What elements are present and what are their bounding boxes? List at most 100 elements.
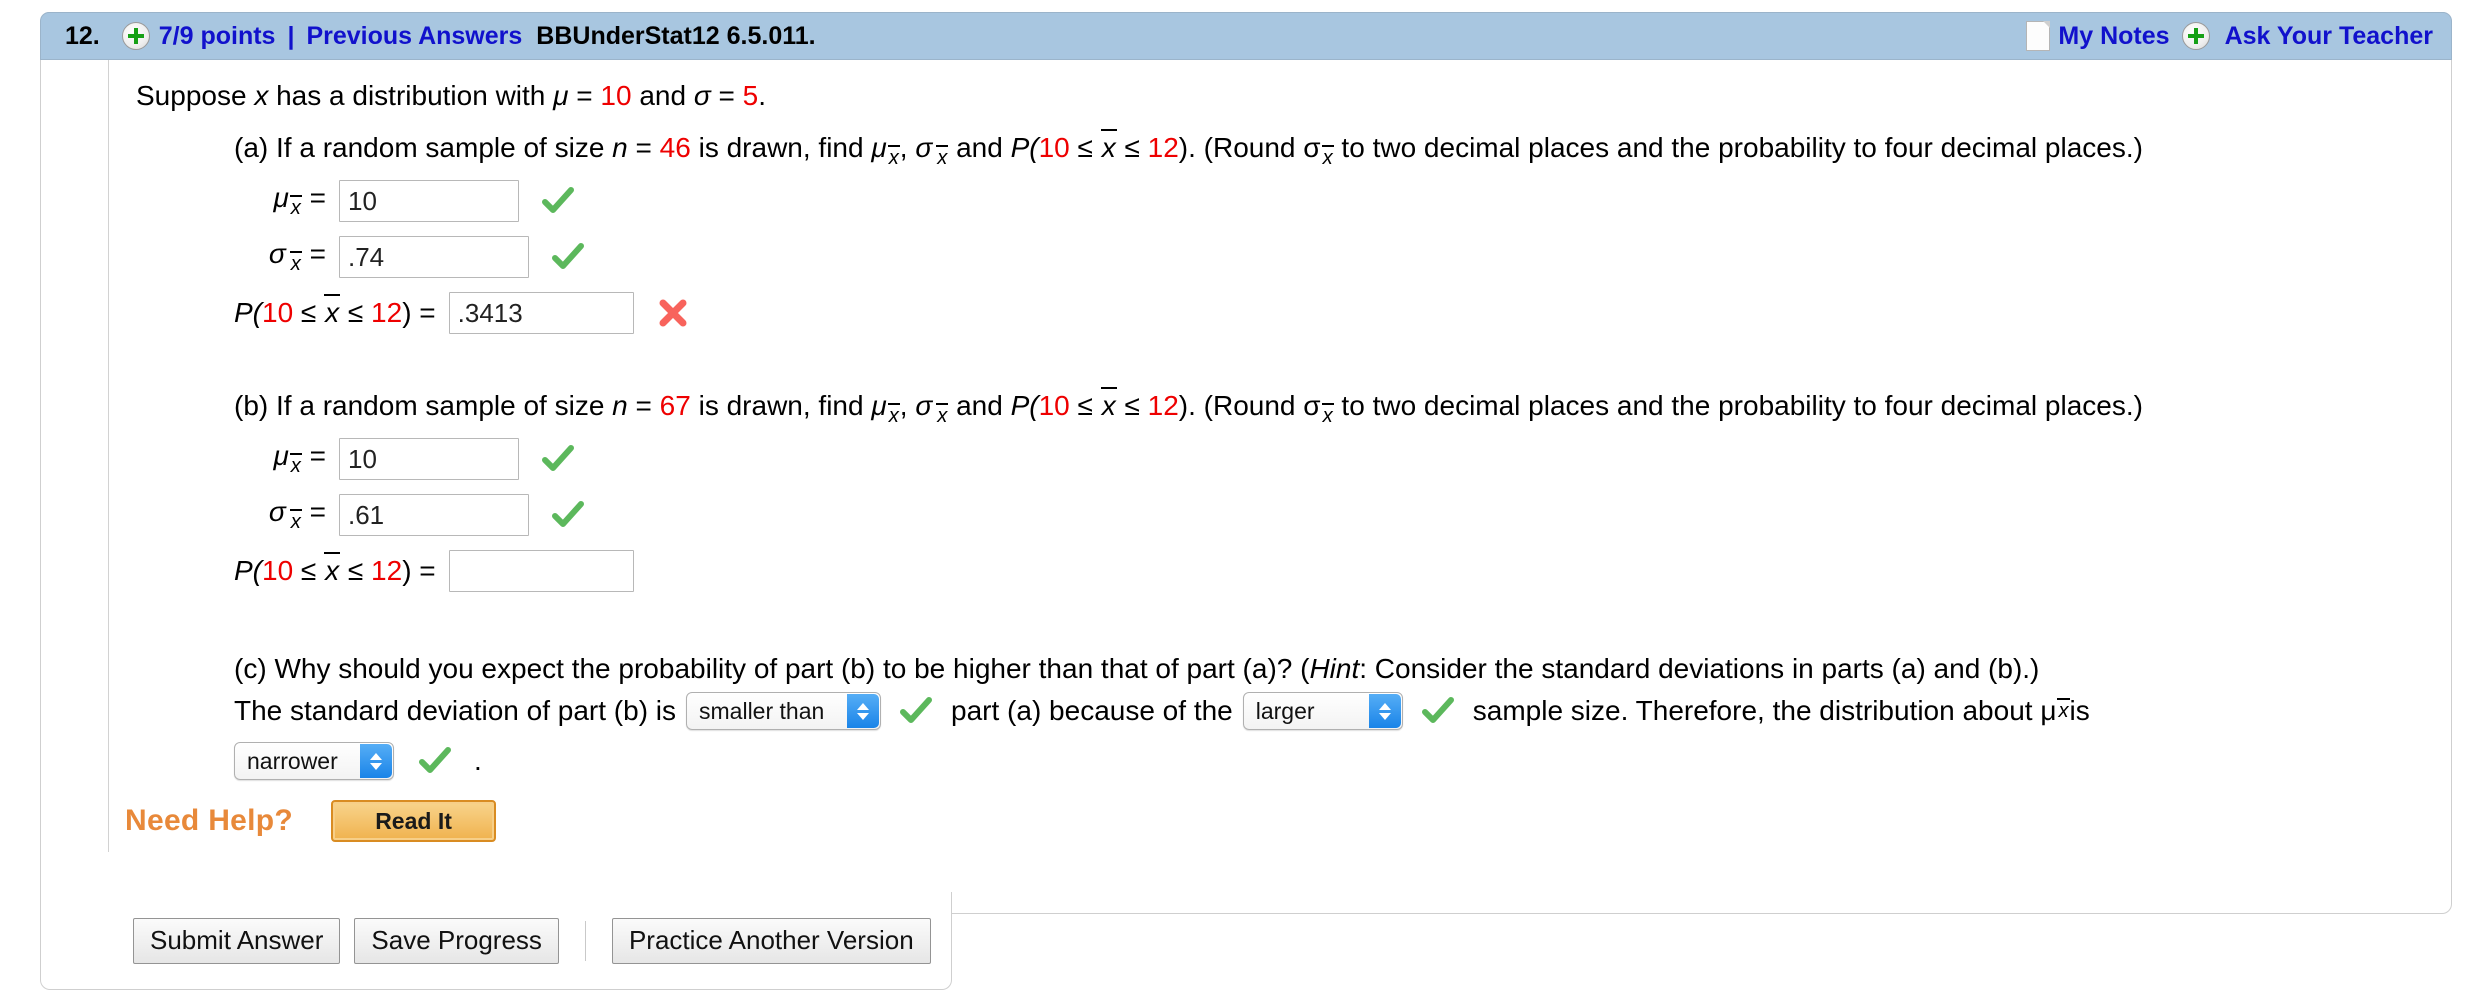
action-button-bar: Submit Answer Save Progress Practice Ano… xyxy=(40,892,952,990)
previous-answers-link[interactable]: Previous Answers xyxy=(306,22,522,51)
part-a-n-value: 46 xyxy=(659,132,691,163)
part-a-xbar: x xyxy=(1100,128,1117,163)
problem-content: Suppose x has a distribution with μ = 10… xyxy=(41,60,2451,913)
statement-pre: Suppose xyxy=(136,80,255,111)
part-a-probability-input[interactable] xyxy=(448,292,634,334)
ask-your-teacher-link[interactable]: Ask Your Teacher xyxy=(2225,22,2433,51)
part-a-round-note-1: (Round σ xyxy=(1203,132,1321,163)
part-b-round-subscript-xbar: x xyxy=(1321,403,1334,428)
points-link[interactable]: 7/9 points xyxy=(159,22,276,51)
part-a-mu-label: μx = xyxy=(273,181,326,220)
part-b-eq: = xyxy=(627,390,660,421)
part-a-sigma-label: σx = xyxy=(268,237,326,276)
part-a-sigma-sub: σ xyxy=(915,132,933,163)
part-b-n-value: 67 xyxy=(659,390,691,421)
part-a-high: 12 xyxy=(1147,132,1179,163)
distribution-shape-select-value: narrower xyxy=(247,747,338,774)
part-a-le1: ≤ xyxy=(1069,132,1101,163)
statement-period: . xyxy=(758,80,767,111)
part-a-sigma-input[interactable] xyxy=(339,236,529,278)
sample-size-select[interactable]: larger xyxy=(1242,692,1403,730)
part-c-answer-line-2: narrower . xyxy=(234,742,482,780)
green-check-icon xyxy=(541,442,575,476)
my-notes-link[interactable]: My Notes xyxy=(2058,22,2169,51)
comparison-select-value: smaller than xyxy=(699,697,825,724)
part-b-mu-input[interactable] xyxy=(339,438,519,480)
green-check-icon xyxy=(1421,694,1455,728)
sigma-value: 5 xyxy=(742,80,759,111)
part-b-le2: ≤ xyxy=(1116,390,1148,421)
part-c-label: (c) xyxy=(234,653,267,684)
part-b-n-symbol: n xyxy=(612,390,628,421)
read-it-button[interactable]: Read It xyxy=(331,800,497,842)
part-a-prompt: (a) If a random sample of size n = 46 is… xyxy=(234,128,2143,170)
part-a-n-symbol: n xyxy=(612,132,628,163)
part-a-text-3: and xyxy=(948,132,1011,163)
problem-statement: Suppose x has a distribution with μ = 10… xyxy=(136,80,766,112)
sample-size-select-value: larger xyxy=(1255,697,1315,724)
save-progress-button[interactable]: Save Progress xyxy=(354,917,559,964)
part-b-prob-close: ). xyxy=(1178,390,1196,421)
chevron-updown-icon[interactable] xyxy=(1368,694,1401,728)
plus-circle-icon[interactable] xyxy=(2181,22,2210,50)
part-b-text-1: If a random sample of size xyxy=(276,390,613,421)
part-a-round-subscript-xbar: x xyxy=(1321,145,1334,170)
part-a-low: 10 xyxy=(1038,132,1070,163)
part-b-label: (b) xyxy=(234,390,269,421)
part-b-sigma-subscript-xbar: x xyxy=(936,403,949,428)
statement-eq1: = xyxy=(568,80,601,111)
practice-another-version-button[interactable]: Practice Another Version xyxy=(611,917,931,964)
header-left-group: 12. 7/9 points | Previous Answers BBUnde… xyxy=(65,22,2026,51)
red-x-icon xyxy=(656,296,690,330)
part-b-high: 12 xyxy=(1147,390,1179,421)
part-a-le2: ≤ xyxy=(1116,132,1148,163)
part-b-low: 10 xyxy=(1038,390,1070,421)
chevron-updown-icon[interactable] xyxy=(847,694,880,728)
part-c-answer-line: The standard deviation of part (b) is sm… xyxy=(234,692,2090,730)
part-b-mu-row: μx = xyxy=(234,438,575,480)
part-a-mu-input[interactable] xyxy=(339,180,519,222)
part-b-prompt: (b) If a random sample of size n = 67 is… xyxy=(234,386,2143,428)
part-a-sigma-row: σx = xyxy=(234,236,585,278)
part-b-probability-label: P(10 ≤ x ≤ 12) = xyxy=(234,551,436,586)
question-number: 12. xyxy=(65,21,100,50)
distribution-shape-select[interactable]: narrower xyxy=(234,742,394,780)
part-b-sigma-row: σx = xyxy=(234,494,585,536)
green-check-icon xyxy=(418,744,452,778)
part-b-mu-sub: μ xyxy=(871,390,887,421)
part-b-probability-input[interactable] xyxy=(448,550,634,592)
statement-eq2: = xyxy=(710,80,743,111)
part-a-text-1: If a random sample of size xyxy=(276,132,613,163)
content-left-divider xyxy=(108,60,109,852)
part-b-mu-subscript-xbar: x xyxy=(887,403,900,428)
part-b-text-3: and xyxy=(948,390,1011,421)
part-b-xbar: x xyxy=(1100,386,1117,421)
part-b-probability-row: P(10 ≤ x ≤ 12) = xyxy=(234,550,634,592)
part-a-label: (a) xyxy=(234,132,269,163)
part-a-comma: , xyxy=(899,132,916,163)
part-c-mu-subscript-xbar: x xyxy=(2057,697,2070,722)
part-a-round-note-2: to two decimal places and the probabilit… xyxy=(1333,132,2143,163)
part-c-trailing-period: . xyxy=(474,745,482,776)
part-a-probability-row: P(10 ≤ x ≤ 12) = xyxy=(234,292,690,334)
page-icon[interactable] xyxy=(2026,21,2051,51)
part-b-comma: , xyxy=(899,390,916,421)
part-b-round-note-1: (Round σ xyxy=(1203,390,1321,421)
part-c-hint-rest: : Consider the standard deviations in pa… xyxy=(1359,653,2040,684)
part-a-prob-close: ). xyxy=(1178,132,1196,163)
part-b-sigma-input[interactable] xyxy=(339,494,529,536)
sigma-symbol: σ xyxy=(693,80,711,111)
part-b-mu-label: μx = xyxy=(273,439,326,478)
plus-circle-icon[interactable] xyxy=(121,22,150,50)
chevron-updown-icon[interactable] xyxy=(360,744,392,778)
need-help-section: Need Help? Read It xyxy=(125,800,497,842)
part-a-mu-row: μx = xyxy=(234,180,575,222)
part-a-mu-sub: μ xyxy=(871,132,887,163)
statement-and: and xyxy=(631,80,694,111)
mu-value: 10 xyxy=(600,80,632,111)
statement-variable: x xyxy=(254,80,269,111)
submit-answer-button[interactable]: Submit Answer xyxy=(133,917,341,964)
part-b-text-2: is drawn, find xyxy=(690,390,872,421)
comparison-select[interactable]: smaller than xyxy=(686,692,882,730)
part-a-prob-open: P( xyxy=(1010,132,1039,163)
